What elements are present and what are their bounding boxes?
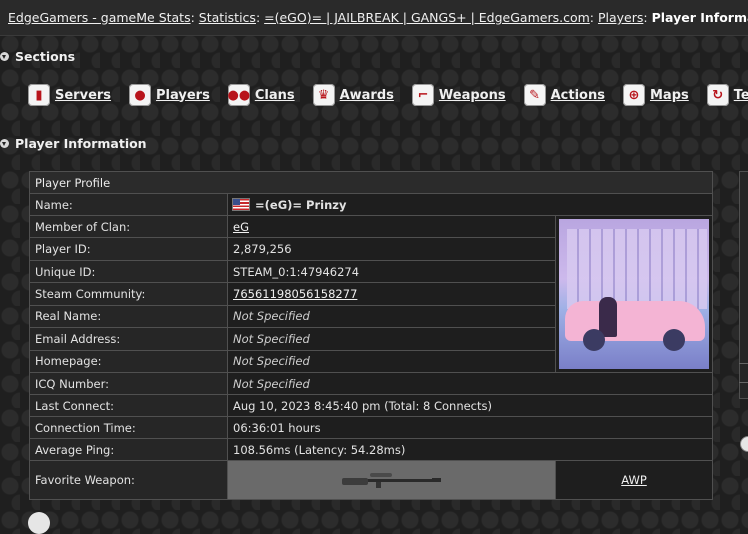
unique-id-label: Unique ID: [29, 259, 228, 284]
side-panel-fragment [739, 171, 748, 399]
connection-time-label: Connection Time: [29, 416, 228, 439]
nav-awards-label[interactable]: Awards [340, 88, 394, 103]
nav-clans-label[interactable]: Clans [255, 88, 295, 103]
us-flag-icon [233, 198, 249, 210]
clan-icon: ●● [227, 84, 250, 106]
nav-players[interactable]: ● Players [129, 82, 210, 108]
player-profile-table: Player Profile Name: =(eG)= Prinzy Membe… [29, 171, 713, 500]
clan-link[interactable]: eG [233, 220, 249, 234]
homepage-value: Not Specified [227, 349, 556, 374]
side-divider [739, 363, 748, 364]
player-icon: ● [129, 84, 152, 106]
last-connect-value: Aug 10, 2023 8:45:40 pm (Total: 8 Connec… [227, 394, 713, 417]
real-name-label: Real Name: [29, 304, 228, 329]
trophy-icon: ♛ [312, 84, 335, 106]
real-name-value: Not Specified [227, 304, 556, 329]
breadcrumb-link-home[interactable]: EdgeGamers - gameMe Stats [8, 10, 191, 25]
last-connect-label: Last Connect: [29, 394, 228, 417]
collapse-icon[interactable] [0, 52, 9, 61]
nav-actions-label[interactable]: Actions [551, 88, 605, 103]
icq-value: Not Specified [227, 372, 713, 395]
target-icon: ⊕ [622, 84, 645, 106]
nav-servers-label[interactable]: Servers [55, 88, 111, 103]
breadcrumb-link-statistics[interactable]: Statistics [199, 10, 256, 25]
steam-label: Steam Community: [29, 282, 228, 306]
server-icon: ▮ [28, 84, 50, 106]
email-value: Not Specified [227, 327, 556, 351]
breadcrumb: EdgeGamers - gameMe Stats: Statistics: =… [0, 0, 748, 36]
player-name: =(eG)= Prinzy [255, 197, 347, 212]
fav-weapon-link-cell: AWP [555, 460, 713, 500]
nav-players-label[interactable]: Players [156, 88, 210, 103]
avatar-cell [555, 215, 713, 373]
fav-weapon-link[interactable]: AWP [621, 473, 647, 487]
sections-header[interactable]: Sections [0, 49, 75, 64]
breadcrumb-current: Player Information [651, 10, 748, 25]
nav-teams[interactable]: ↻ Teams [706, 82, 748, 108]
bottom-circle-icon[interactable] [28, 512, 50, 534]
avg-ping-label: Average Ping: [29, 438, 228, 461]
nav-maps[interactable]: ⊕ Maps [622, 82, 689, 108]
name-label: Name: [29, 193, 228, 216]
fav-weapon-image-cell [227, 460, 556, 500]
breadcrumb-link-players[interactable]: Players [598, 10, 643, 25]
avatar [559, 219, 709, 369]
player-info-title: Player Information [15, 136, 147, 151]
nav-weapons[interactable]: ⌐ Weapons [411, 82, 506, 108]
wrench-icon: ✎ [523, 84, 546, 106]
refresh-icon: ↻ [706, 84, 729, 106]
collapse-icon[interactable] [0, 139, 9, 148]
nav-awards[interactable]: ♛ Awards [312, 82, 394, 108]
unique-id-value: STEAM_0:1:47946274 [227, 259, 556, 284]
homepage-label: Homepage: [29, 349, 228, 374]
clan-value-cell: eG [227, 214, 556, 239]
nav-clans[interactable]: ●● Clans [227, 82, 295, 108]
steam-community-link[interactable]: 76561198056158277 [233, 287, 357, 301]
fav-weapon-label: Favorite Weapon: [29, 460, 228, 500]
sections-title: Sections [15, 49, 76, 64]
icq-label: ICQ Number: [29, 372, 228, 395]
nav-actions[interactable]: ✎ Actions [523, 82, 605, 108]
player-id-value: 2,879,256 [227, 237, 556, 261]
breadcrumb-link-server[interactable]: =(eGO)= | JAILBREAK | GANGS+ | EdgeGamer… [264, 10, 590, 25]
gun-icon: ⌐ [411, 84, 434, 106]
profile-header: Player Profile [29, 171, 713, 194]
nav-weapons-label[interactable]: Weapons [439, 88, 506, 103]
nav-teams-label[interactable]: Teams [734, 88, 748, 103]
side-divider [739, 382, 748, 383]
email-label: Email Address: [29, 327, 228, 351]
nav-maps-label[interactable]: Maps [650, 88, 689, 103]
player-id-label: Player ID: [29, 237, 228, 261]
side-circle-icon[interactable] [740, 436, 748, 452]
player-info-header[interactable]: Player Information [0, 136, 147, 151]
name-value-cell: =(eG)= Prinzy [227, 193, 713, 216]
avg-ping-value: 108.56ms (Latency: 54.28ms) [227, 438, 713, 461]
sections-nav: ▮ Servers ● Players ●● Clans ♛ Awards ⌐ … [28, 82, 748, 108]
steam-value-cell: 76561198056158277 [227, 282, 556, 306]
nav-servers[interactable]: ▮ Servers [28, 82, 111, 108]
awp-rifle-icon [341, 472, 441, 488]
clan-label: Member of Clan: [29, 214, 228, 239]
connection-time-value: 06:36:01 hours [227, 416, 713, 439]
